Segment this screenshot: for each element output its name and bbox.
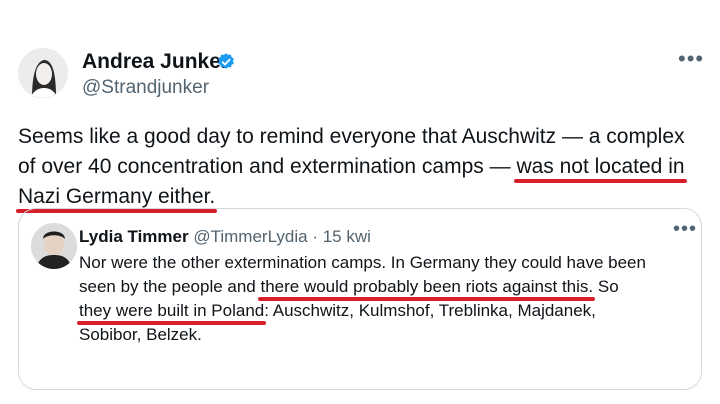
author-handle[interactable]: @Strandjunker <box>82 77 209 99</box>
quoted-text-line: Nor were the other extermination camps. … <box>79 253 646 272</box>
avatar-image <box>31 223 77 269</box>
avatar-image <box>18 48 68 98</box>
author-avatar[interactable] <box>18 48 68 98</box>
tweet-text-line: Seems like a good day to remind everyone… <box>18 125 685 148</box>
quoted-tweet-text: Nor were the other extermination camps. … <box>79 251 695 347</box>
underlined-text: they were built in Poland <box>79 301 265 320</box>
quoted-text-segment: So <box>593 277 619 296</box>
author-name[interactable]: Andrea Junker <box>82 50 229 74</box>
separator: · <box>307 227 323 246</box>
tweet-text: Seems like a good day to remind everyone… <box>18 122 718 212</box>
quoted-author-avatar[interactable] <box>31 223 77 269</box>
underlined-text: there would probably been riots against … <box>260 277 594 296</box>
quoted-text-line: they were built in Poland: Auschwitz, Ku… <box>79 299 695 323</box>
quoted-author-name[interactable]: Lydia Timmer <box>79 227 189 246</box>
quoted-author-handle[interactable]: @TimmerLydia <box>193 227 307 246</box>
quoted-text-line: seen by the people and there would proba… <box>79 275 695 299</box>
quoted-text-segment: : Auschwitz, Kulmshof, Treblinka, Majdan… <box>264 301 596 320</box>
quoted-tweet[interactable]: Lydia Timmer @TimmerLydia · 15 kwi ••• N… <box>18 208 702 390</box>
underlined-text: was not located in <box>516 155 685 178</box>
quoted-text-line: Sobibor, Belzek. <box>79 325 202 344</box>
underlined-text: Nazi Germany either. <box>18 185 216 208</box>
more-options-icon[interactable]: ••• <box>678 48 704 70</box>
verified-badge-icon <box>218 53 234 69</box>
quoted-tweet-header: Lydia Timmer @TimmerLydia · 15 kwi <box>79 227 371 247</box>
tweet-text-segment: of over 40 concentration and exterminati… <box>18 155 517 178</box>
quoted-more-options-icon[interactable]: ••• <box>673 219 697 239</box>
quoted-timestamp[interactable]: 15 kwi <box>323 227 371 246</box>
tweet-text-line: of over 40 concentration and exterminati… <box>18 152 718 182</box>
quoted-text-segment: seen by the people and <box>79 277 261 296</box>
tweet-card: Andrea Junker @Strandjunker ••• Seems li… <box>0 0 720 404</box>
